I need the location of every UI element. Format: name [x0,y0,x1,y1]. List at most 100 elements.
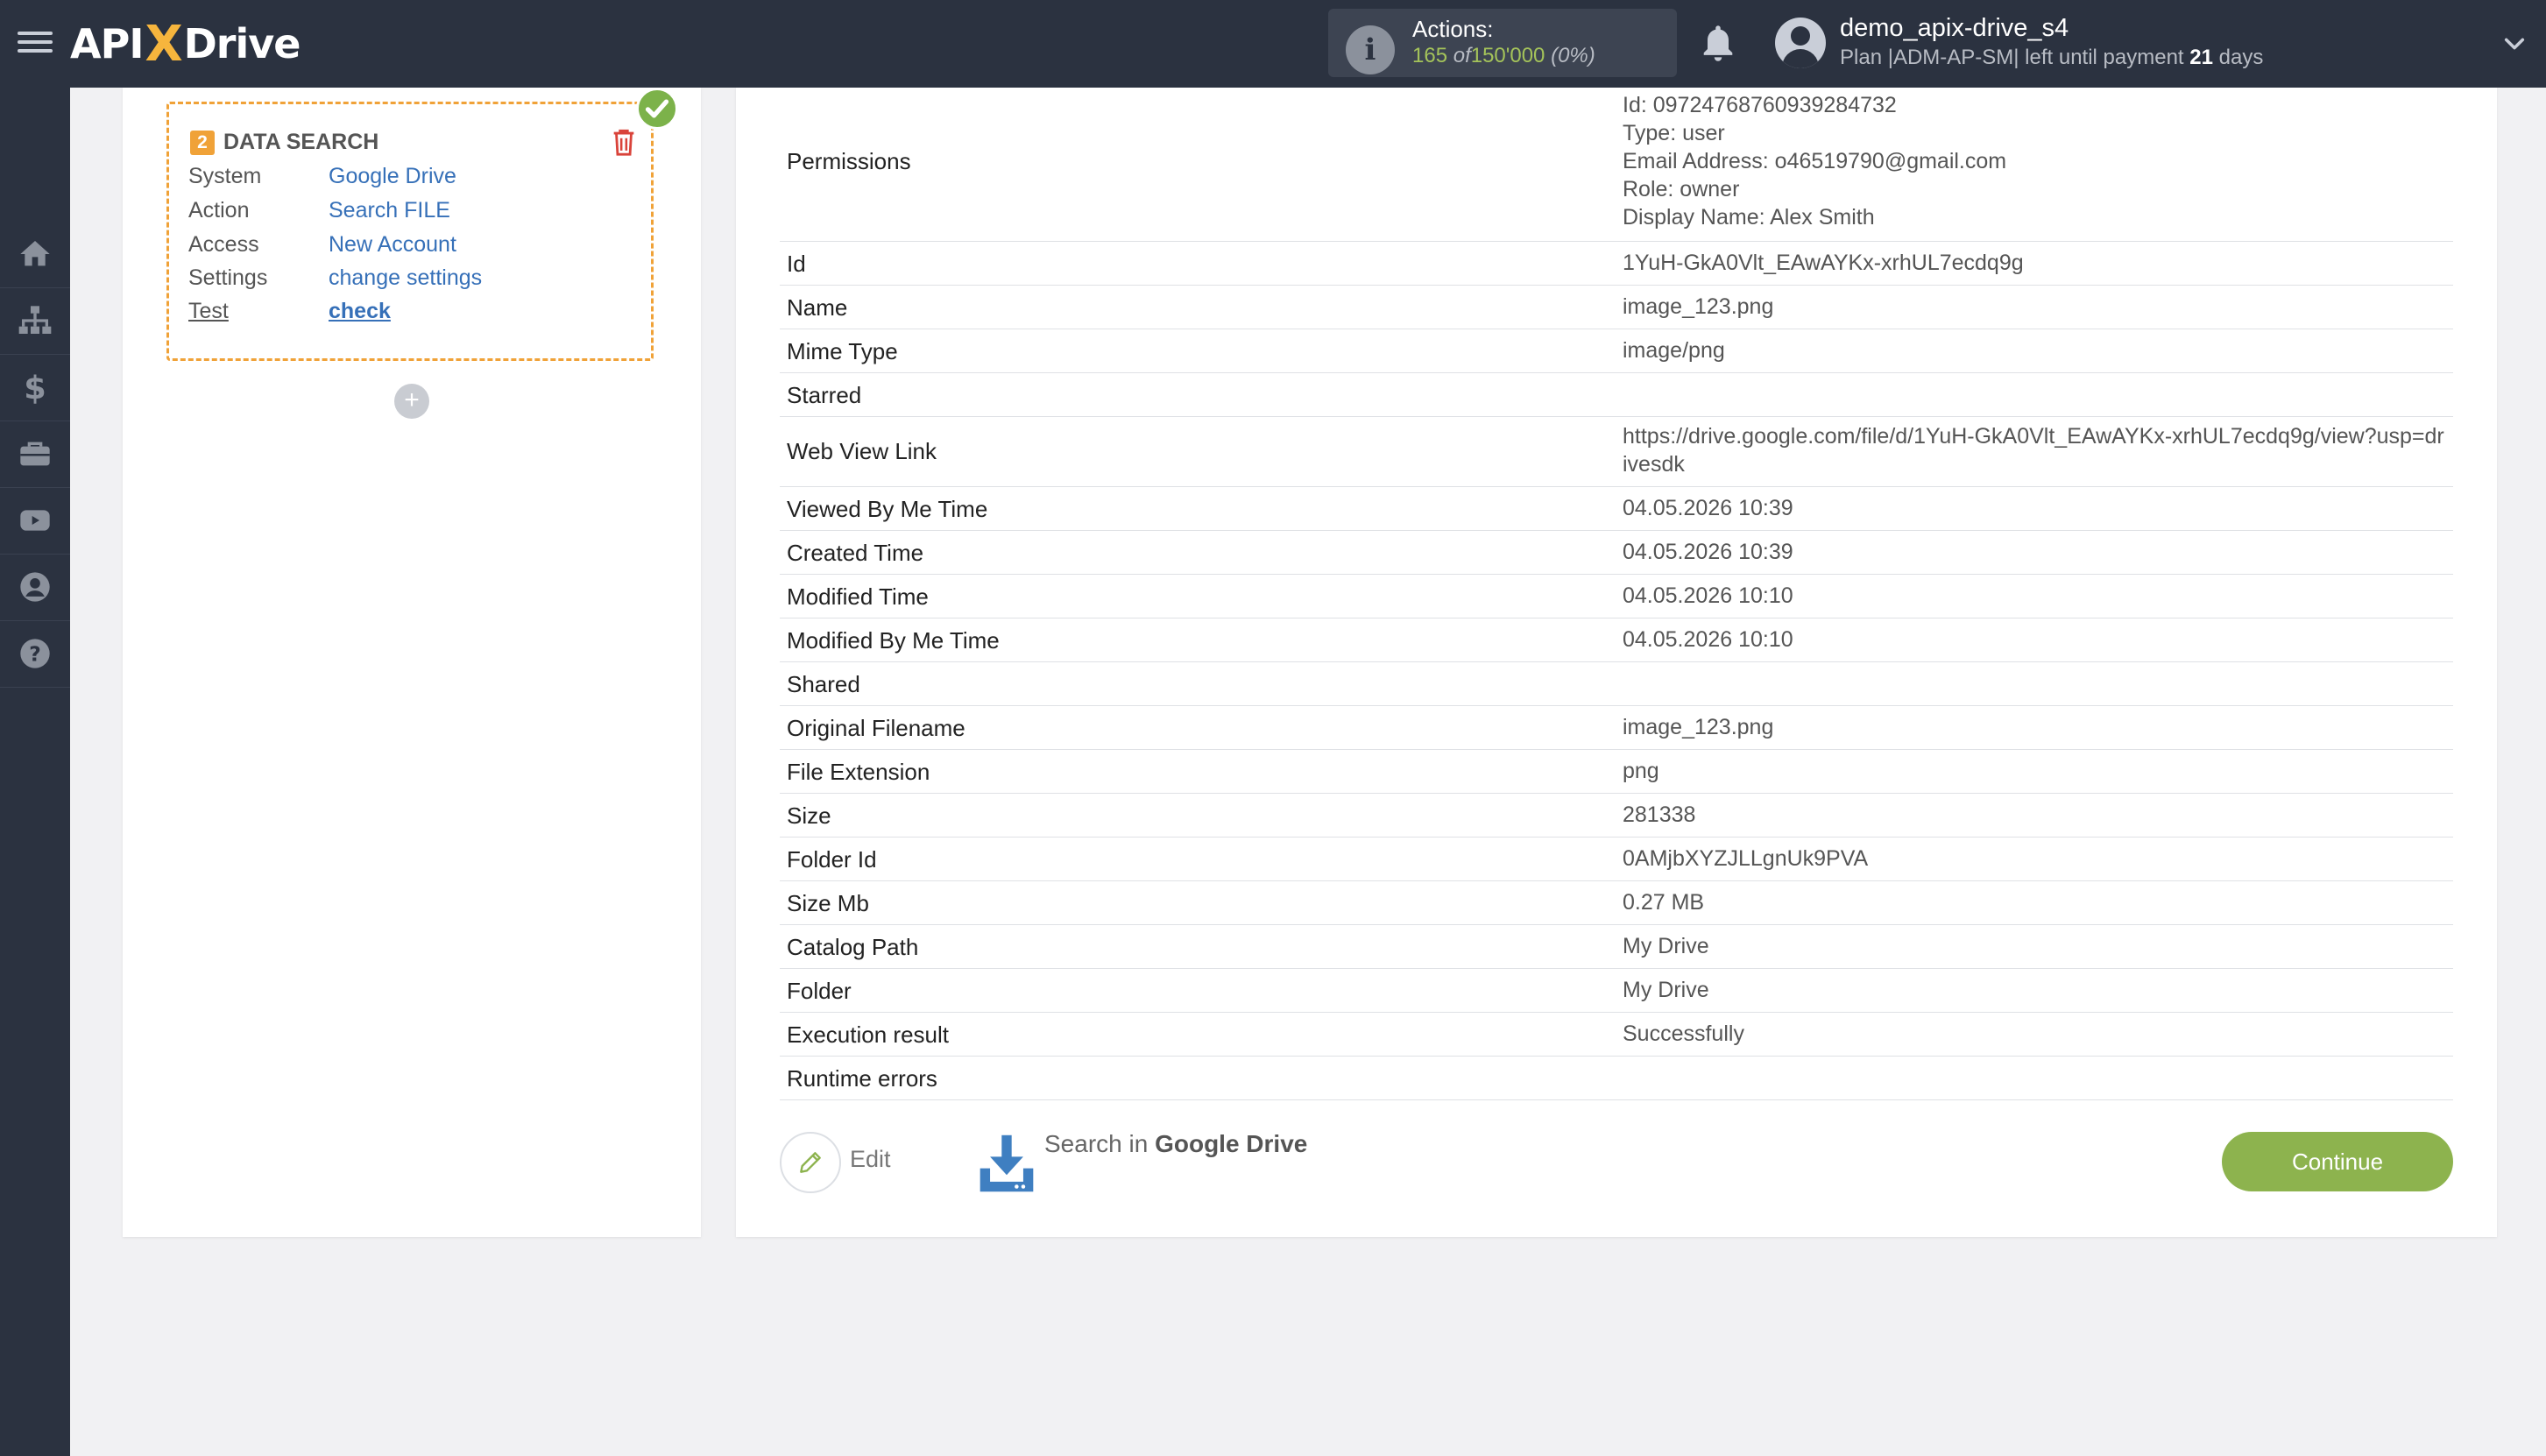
result-row-folder: Folder My Drive [780,969,2453,1013]
download-icon [980,1134,1034,1192]
result-key: Shared [787,671,860,697]
briefcase-icon[interactable] [0,421,70,488]
search-prefix: Search in [1044,1130,1149,1157]
result-key: Folder [787,978,852,1004]
help-icon[interactable]: ? [0,620,70,688]
result-key: Created Time [787,540,924,566]
action-label: Action [188,198,250,223]
result-value: 0.27 MB [1623,890,1705,915]
result-value: Id: 09724768760939284732 Type: user Emai… [1623,91,2446,231]
result-key: Size [787,802,831,829]
result-row-starred: Starred [780,373,2453,417]
home-icon[interactable] [0,221,70,288]
search-service: Google Drive [1155,1130,1308,1157]
logo[interactable]: API X Drive [70,15,301,73]
data-search-block[interactable]: 2 DATA SEARCH System Google Drive Action… [166,102,654,361]
edit-button[interactable] [780,1132,841,1193]
actions-value: 165 of150'000 (0%) [1412,44,1595,68]
access-label: Access [188,232,259,257]
step-number-badge: 2 [190,131,215,155]
result-value: image/png [1623,338,1725,363]
user-name[interactable]: demo_apix-drive_s4 [1840,14,2069,43]
plan-prefix: Plan |ADM-AP-SM| left until payment [1840,46,2184,69]
system-label: System [188,164,262,188]
result-key: Id [787,251,806,277]
permission-type: Type: user [1623,121,1725,145]
result-value: 04.05.2026 10:10 [1623,583,1793,608]
info-icon: i [1346,25,1395,74]
logo-x-text: X [145,15,182,73]
actions-label: Actions: [1412,16,1494,42]
bell-icon[interactable] [1700,23,1736,65]
result-row-folder-id: Folder Id 0AMjbXYZJLLgnUk9PVA [780,838,2453,881]
add-step-button[interactable]: + [394,384,429,419]
continue-button[interactable]: Continue [2222,1132,2453,1191]
result-row-viewed-by-me-time: Viewed By Me Time 04.05.2026 10:39 [780,487,2453,531]
result-row-web-view-link: Web View Link https://drive.google.com/f… [780,417,2453,487]
user-circle-icon[interactable] [0,554,70,621]
result-value: png [1623,759,1659,783]
permission-id: Id: 09724768760939284732 [1623,93,1897,117]
hamburger-icon[interactable] [18,26,53,61]
search-target-label: Search in Google Drive [1044,1130,1307,1158]
result-row-size: Size 281338 [780,794,2453,838]
result-key: Execution result [787,1021,949,1048]
result-value: image_123.png [1623,294,1774,319]
result-row-execution-result: Execution result Successfully [780,1013,2453,1057]
settings-label: Settings [188,265,268,290]
check-link[interactable]: check [329,299,391,324]
result-row-original-filename: Original Filename image_123.png [780,706,2453,750]
result-key: Runtime errors [787,1065,937,1092]
result-key: Mime Type [787,338,898,364]
youtube-icon[interactable] [0,487,70,555]
access-value[interactable]: New Account [329,232,456,258]
result-value: image_123.png [1623,715,1774,739]
result-value: 281338 [1623,802,1696,827]
result-row-shared: Shared [780,662,2453,706]
result-row-name: Name image_123.png [780,286,2453,329]
actions-used: 165 [1412,44,1448,67]
user-avatar-icon[interactable] [1775,18,1826,68]
pencil-icon [800,1152,821,1173]
result-value: Successfully [1623,1021,1744,1046]
change-settings-link[interactable]: change settings [329,265,482,291]
svg-text:$: $ [24,370,46,405]
result-key: Modified By Me Time [787,627,1000,654]
result-row-permissions: Permissions Id: 09724768760939284732 Typ… [780,88,2453,242]
result-value: https://drive.google.com/file/d/1YuH-GkA… [1623,424,2444,477]
top-bar: API X Drive i Actions: 165 of150'000 (0%) … [0,0,2546,88]
plan-suffix: days [2218,46,2264,69]
sidebar: $ ? [0,88,70,1456]
plan-days: 21 [2189,46,2213,69]
result-key: Starred [787,382,862,408]
result-key: Catalog Path [787,934,919,960]
test-label[interactable]: Test [188,299,229,324]
action-value[interactable]: Search FILE [329,198,450,223]
system-value[interactable]: Google Drive [329,164,456,189]
edit-label[interactable]: Edit [850,1146,891,1173]
chevron-down-icon[interactable] [2502,32,2527,56]
sitemap-icon[interactable] [0,287,70,355]
result-key: Size Mb [787,890,869,916]
user-plan: Plan |ADM-AP-SM| left until payment 21 d… [1840,46,2263,70]
result-row-runtime-errors: Runtime errors [780,1057,2453,1100]
permission-role: Role: owner [1623,177,1740,201]
dollar-icon[interactable]: $ [0,354,70,421]
result-row-catalog-path: Catalog Path My Drive [780,925,2453,969]
result-value: 1YuH-GkA0Vlt_EAwAYKx-xrhUL7ecdq9g [1623,251,2024,275]
result-row-modified-by-me-time: Modified By Me Time 04.05.2026 10:10 [780,618,2453,662]
trash-icon[interactable] [611,127,637,157]
svg-text:?: ? [29,641,41,666]
actions-percent: (0%) [1551,44,1595,67]
result-key: Modified Time [787,583,929,610]
result-row-created-time: Created Time 04.05.2026 10:39 [780,531,2453,575]
data-search-title: DATA SEARCH [223,130,379,154]
result-key: Name [787,294,848,321]
result-key: Web View Link [787,438,937,464]
result-key: Permissions [787,148,911,174]
actions-counter: i Actions: 165 of150'000 (0%) [1328,9,1677,77]
result-row-mime-type: Mime Type image/png [780,329,2453,373]
result-key: File Extension [787,759,930,785]
permission-email: Email Address: o46519790@gmail.com [1623,149,2007,173]
check-icon [636,88,678,130]
